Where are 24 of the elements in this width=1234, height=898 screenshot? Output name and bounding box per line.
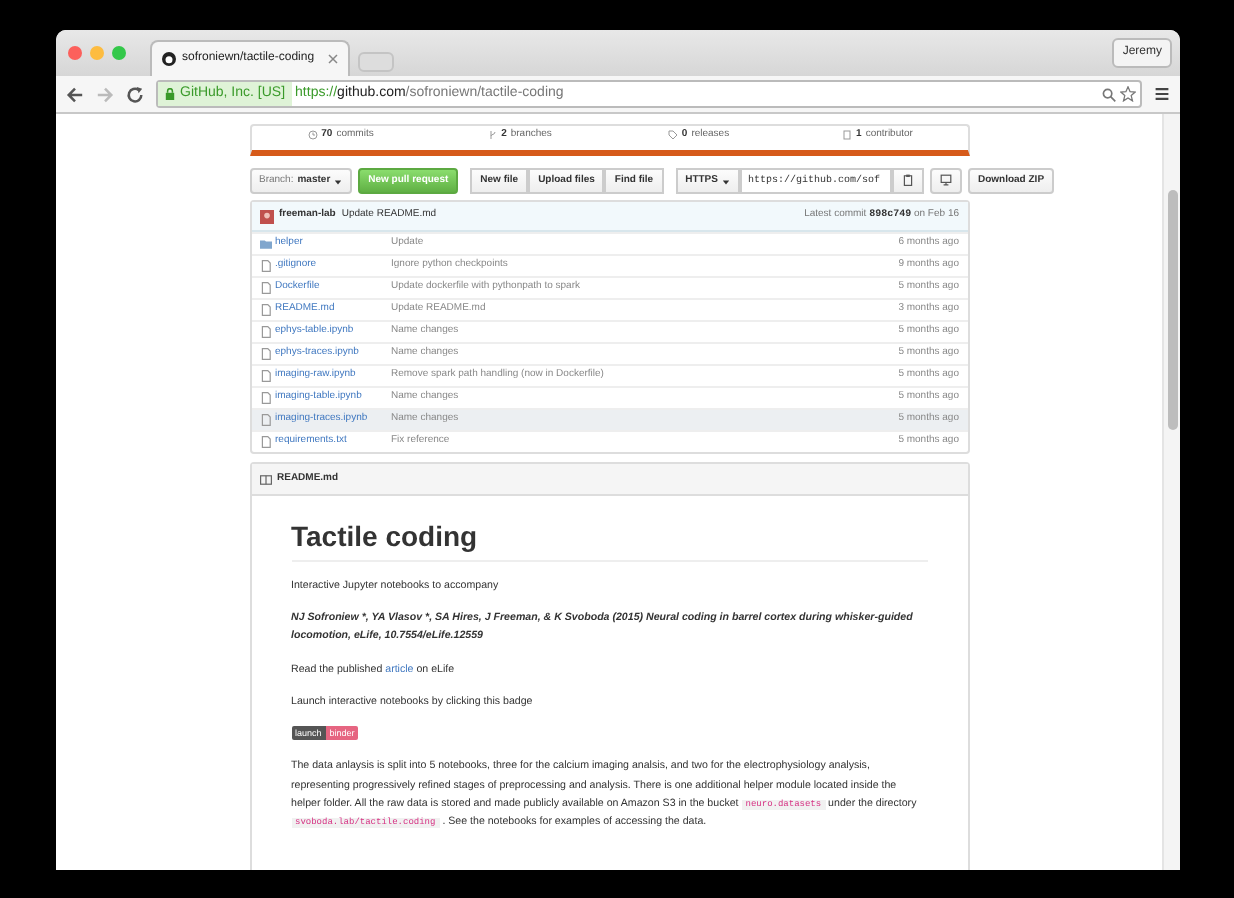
tag-icon bbox=[667, 130, 678, 141]
caret-icon bbox=[334, 177, 343, 185]
reload-icon[interactable] bbox=[126, 85, 144, 103]
forward-icon[interactable] bbox=[96, 85, 114, 103]
caret-icon bbox=[721, 177, 730, 185]
menu-icon[interactable] bbox=[1154, 86, 1170, 102]
search-icon bbox=[1102, 87, 1116, 101]
readme-title: Tactile coding bbox=[291, 520, 927, 562]
avatar-icon bbox=[259, 209, 273, 223]
bookmark-star-icon[interactable] bbox=[1120, 86, 1136, 102]
close-icon[interactable] bbox=[328, 54, 338, 64]
maximize-button[interactable] bbox=[112, 46, 126, 60]
scrollbar[interactable] bbox=[1162, 114, 1180, 870]
monitor-icon bbox=[939, 173, 952, 186]
clipboard-icon bbox=[901, 173, 914, 186]
lock-icon bbox=[164, 88, 176, 100]
back-icon[interactable] bbox=[66, 85, 84, 103]
book-icon bbox=[259, 473, 271, 485]
open-desktop-button[interactable] bbox=[929, 168, 962, 194]
close-button[interactable] bbox=[68, 46, 82, 60]
history-icon bbox=[307, 130, 318, 141]
branch-icon bbox=[487, 130, 498, 141]
folder-icon bbox=[259, 238, 271, 250]
copy-button[interactable] bbox=[891, 168, 924, 194]
